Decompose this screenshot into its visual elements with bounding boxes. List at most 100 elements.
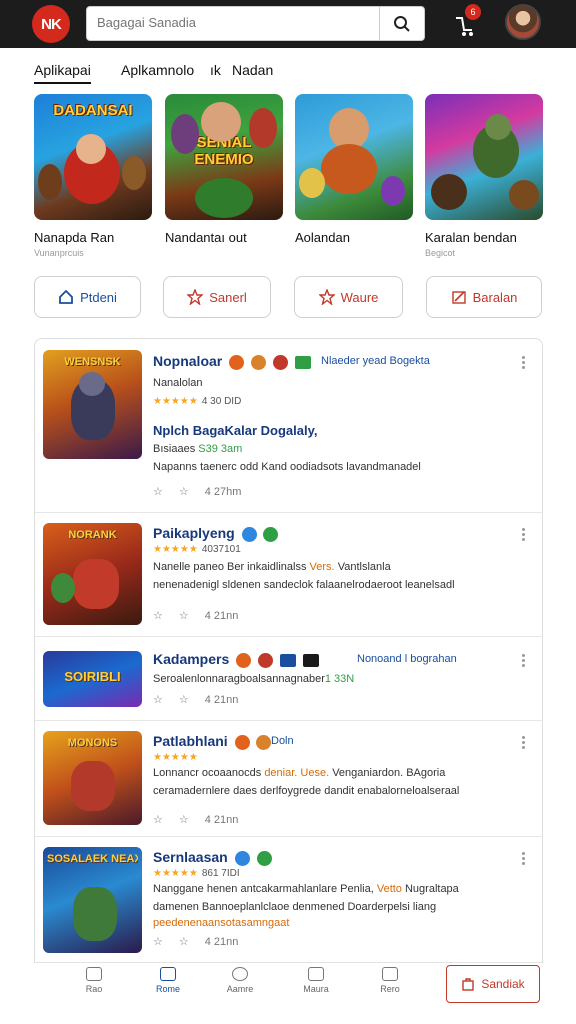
featured-image: DADANSAI [34, 94, 152, 220]
list-item[interactable]: MONONS Patlabhlani Doln ★★★★★ Lonnancr o… [35, 721, 542, 837]
tab-aplkamnolo[interactable]: Aplkamnolo [121, 62, 194, 78]
star-icon[interactable]: ☆ [179, 486, 189, 498]
save-button[interactable]: Sanerl [163, 276, 271, 318]
item-footer: ☆ ☆ 4 21nn [153, 694, 239, 706]
item-title[interactable]: Nopnaloar [153, 353, 311, 370]
tab-nadan[interactable]: Nadan [232, 62, 273, 78]
item-rating: ★★★★★ 4037101 [153, 544, 241, 555]
item-line: Napanns taenerc odd Kand oodiadsots lava… [153, 461, 421, 473]
list-item[interactable]: SOSALAEK NEAX Sernlaasan ★★★★★ 861 7IDI N… [35, 837, 542, 961]
edit-button[interactable]: Baralan [426, 276, 542, 318]
item-footer: ☆ ☆ 4 27hm [153, 486, 242, 498]
item-line: Nanalolan [153, 377, 203, 389]
tag-icon [234, 850, 250, 866]
item-title[interactable]: Kadampers [153, 651, 319, 668]
featured-title: Aolandan [295, 230, 350, 245]
star-icon[interactable]: ☆ [179, 936, 189, 948]
item-title[interactable]: Paikaplyeng [153, 525, 279, 542]
tag-icon [256, 850, 272, 866]
star-icon[interactable]: ☆ [179, 814, 189, 826]
item-title[interactable]: Sernlaasan [153, 849, 272, 866]
home-button[interactable]: Ptdeni [34, 276, 141, 318]
app-logo[interactable]: NK [32, 5, 70, 43]
nav-item-aamre[interactable]: Aamre [210, 967, 270, 994]
tag-icon [229, 354, 245, 370]
rating-stars: ★★★★★ [153, 752, 198, 763]
more-options-icon[interactable] [520, 851, 528, 865]
featured-card[interactable]: SENIAL ENEMIO Nandantaı out [165, 94, 283, 245]
item-thumbnail: SOSALAEK NEAX [43, 847, 142, 953]
home-icon [59, 289, 73, 304]
item-line: Nanggane henen antcakarmahlanlare Penlia… [153, 883, 459, 895]
tab-ik[interactable]: ık [210, 62, 221, 78]
save-button-label: Sanerl [209, 289, 247, 305]
featured-title: Nanapda Ran [34, 230, 115, 245]
favorite-button-label: Waure [340, 289, 379, 305]
featured-card[interactable]: Karalan bendan Begicot [425, 94, 543, 258]
rating-stars: ★★★★★ [153, 396, 198, 407]
tab-aplikapai[interactable]: Aplikapai [34, 62, 91, 84]
bottom-nav: Rao Rome Aamre Maura Rero Sandiak [34, 962, 543, 1008]
star-icon[interactable]: ☆ [153, 486, 163, 498]
item-footer: ☆ ☆ 4 21nn [153, 610, 239, 622]
item-rating: ★★★★★ 861 7IDI [153, 868, 240, 879]
tag-icon [234, 734, 250, 750]
home-button-label: Ptdeni [80, 289, 117, 305]
item-extra[interactable]: Doln [271, 735, 294, 747]
star-icon[interactable]: ☆ [153, 936, 163, 948]
item-title[interactable]: Patlabhlani [153, 733, 272, 750]
star-icon [187, 289, 204, 305]
tag-icon [279, 653, 296, 667]
featured-card[interactable]: Aolandan [295, 94, 413, 245]
search-input[interactable] [97, 15, 377, 30]
item-thumbnail: SOIRIBLI [43, 651, 142, 707]
favorite-button[interactable]: Waure [294, 276, 403, 318]
edit-icon [451, 291, 466, 304]
tag-icon [294, 355, 311, 369]
featured-image: SENIAL ENEMIO [165, 94, 283, 220]
nav-item-rao[interactable]: Rao [64, 967, 124, 994]
item-line: Lonnancr ocoaanocds deniar. Uese. Vengan… [153, 767, 446, 779]
tag-icon [263, 526, 279, 542]
app-list: WENSNSK Nopnaloar Nlaeder yead Bogekta N… [34, 338, 543, 1008]
star-icon[interactable]: ☆ [153, 610, 163, 622]
more-options-icon[interactable] [520, 735, 528, 749]
item-thumbnail: WENSNSK [43, 350, 142, 459]
tag-icon [241, 526, 257, 542]
avatar[interactable] [505, 4, 541, 40]
tag-icon [236, 652, 252, 668]
list-item[interactable]: WENSNSK Nopnaloar Nlaeder yead Bogekta N… [35, 339, 542, 513]
featured-subtitle: Vunanprcuis [34, 248, 84, 258]
item-extra[interactable]: Nonoand l bograhan [357, 653, 457, 665]
mail-icon [308, 967, 324, 981]
item-line: peedenenaansotasamngaat [153, 917, 290, 929]
nav-item-home[interactable]: Rome [138, 967, 198, 994]
featured-card[interactable]: DADANSAI Nanapda Ran Vunanprcuis [34, 94, 152, 258]
item-subtitle[interactable]: Nplch BagaKalar Dogalaly, [153, 423, 317, 438]
item-extra[interactable]: Nlaeder yead Bogekta [321, 355, 430, 367]
tag-icon [256, 734, 272, 750]
featured-subtitle: Begicot [425, 248, 456, 258]
nav-item-rero[interactable]: Rero [360, 967, 420, 994]
star-icon[interactable]: ☆ [179, 694, 189, 706]
more-options-icon[interactable] [520, 527, 528, 541]
bottom-cta-button[interactable]: Sandiak [446, 965, 540, 1003]
more-options-icon[interactable] [520, 355, 528, 369]
item-footer: ☆ ☆ 4 21nn [153, 936, 239, 948]
tag-icon [272, 354, 288, 370]
star-icon[interactable]: ☆ [153, 814, 163, 826]
notification-badge: 6 [465, 4, 481, 20]
search-icon [232, 967, 248, 981]
search-button[interactable] [379, 7, 424, 40]
star-icon[interactable]: ☆ [153, 694, 163, 706]
more-options-icon[interactable] [520, 653, 528, 667]
item-rating: ★★★★★ [153, 751, 198, 763]
list-item[interactable]: NORANK Paikaplyeng ★★★★★ 4037101 Nanelle … [35, 513, 542, 637]
list-item[interactable]: SOIRIBLI Kadampers Nonoand l bograhan Se… [35, 637, 542, 721]
nav-item-maura[interactable]: Maura [286, 967, 346, 994]
item-footer: ☆ ☆ 4 21nn [153, 814, 239, 826]
star-icon[interactable]: ☆ [179, 610, 189, 622]
search-icon [394, 15, 410, 32]
featured-title: Karalan bendan [425, 230, 517, 245]
item-thumbnail: NORANK [43, 523, 142, 625]
